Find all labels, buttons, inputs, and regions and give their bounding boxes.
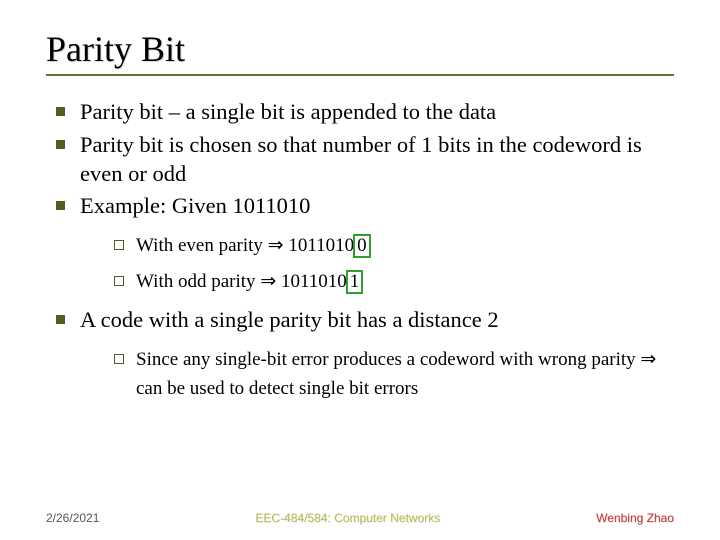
footer-course: EEC-484/584: Computer Networks xyxy=(255,511,440,525)
implies-symbol: ⇒ xyxy=(640,349,656,370)
sub-bullet-text: With even parity xyxy=(136,235,268,256)
bullet-text: Parity bit – a single bit is appended to… xyxy=(80,99,496,124)
slide-footer: 2/26/2021 EEC-484/584: Computer Networks… xyxy=(0,511,720,525)
bullet-item: Example: Given 1011010 With even parity … xyxy=(50,192,674,296)
slide: Parity Bit Parity bit – a single bit is … xyxy=(0,0,720,540)
sub-bullet-list: With even parity ⇒ 10110100 With odd par… xyxy=(80,231,674,296)
sub-bullet-item: With odd parity ⇒ 10110101 xyxy=(110,267,674,296)
bullet-text: Example: Given 1011010 xyxy=(80,193,310,218)
slide-title: Parity Bit xyxy=(46,28,674,76)
sub-bullet-text: With odd parity xyxy=(136,271,260,292)
sub-bullet-item: Since any single-bit error produces a co… xyxy=(110,345,674,404)
sub-bullet-text-tail: can be used to detect single bit errors xyxy=(136,378,418,399)
implies-symbol: ⇒ xyxy=(268,235,284,256)
parity-digit-box: 0 xyxy=(353,234,371,258)
footer-author: Wenbing Zhao xyxy=(596,511,674,525)
sub-bullet-text: Since any single-bit error produces a co… xyxy=(136,349,640,370)
parity-digit-box: 1 xyxy=(346,270,364,294)
footer-date: 2/26/2021 xyxy=(46,511,99,525)
bullet-item: A code with a single parity bit has a di… xyxy=(50,306,674,404)
code-bits: 1011010 xyxy=(284,235,355,256)
bullet-item: Parity bit – a single bit is appended to… xyxy=(50,98,674,127)
bullet-list: Parity bit – a single bit is appended to… xyxy=(46,98,674,404)
bullet-item: Parity bit is chosen so that number of 1… xyxy=(50,131,674,189)
sub-bullet-list: Since any single-bit error produces a co… xyxy=(80,345,674,404)
bullet-text: Parity bit is chosen so that number of 1… xyxy=(80,132,642,186)
implies-symbol: ⇒ xyxy=(260,271,276,292)
code-bits: 1011010 xyxy=(276,271,347,292)
sub-bullet-item: With even parity ⇒ 10110100 xyxy=(110,231,674,260)
bullet-text: A code with a single parity bit has a di… xyxy=(80,307,499,332)
